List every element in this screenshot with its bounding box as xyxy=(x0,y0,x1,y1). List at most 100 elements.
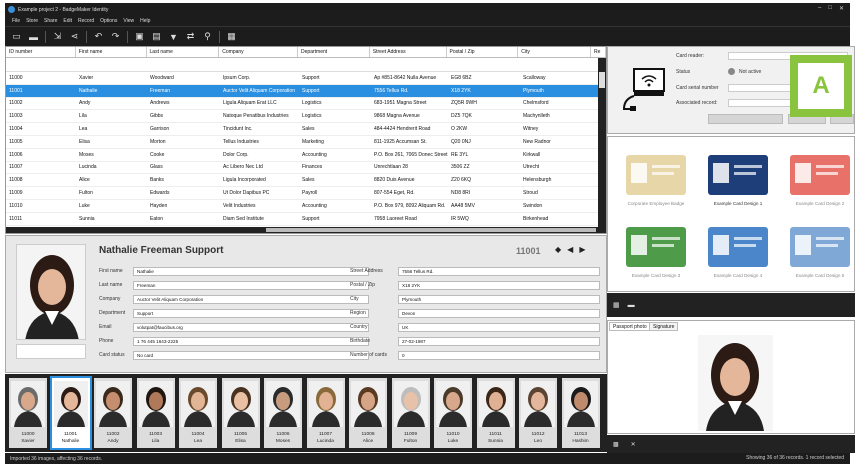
field-input[interactable]: 1 76 445 1643-2225 xyxy=(133,336,369,346)
menu-store[interactable]: Store xyxy=(26,18,38,24)
table-row[interactable]: 11000 Xavier Woodward Ipsum Corp. Support Ap … xyxy=(6,72,606,85)
card-design-thumbnail[interactable] xyxy=(708,227,768,267)
field-input[interactable]: Auctor Velit Aliquam Corporation xyxy=(133,294,369,304)
photo-thumbnail[interactable]: 11009 Fulton xyxy=(391,378,430,448)
photo-thumbnail[interactable]: 11004 Lea xyxy=(179,378,217,448)
photo-thumbnail[interactable]: 11011 Sunnia xyxy=(476,378,515,448)
column-header[interactable]: First name xyxy=(76,47,147,57)
column-header[interactable]: City xyxy=(518,47,592,57)
grid-filter-row[interactable] xyxy=(6,58,606,72)
card-design-thumbnail[interactable] xyxy=(790,227,850,267)
table-row[interactable]: 11006 Moses Cooke Dolor Corp. Accounting P.O.… xyxy=(6,149,606,162)
table-row[interactable]: 11005 Elisa Morton Tellus Industries Marketi… xyxy=(6,136,606,149)
menu-help[interactable]: Help xyxy=(140,18,150,24)
photo-thumbnail[interactable]: 11000 Xavier xyxy=(9,378,47,448)
menu-edit[interactable]: Edit xyxy=(63,18,72,24)
photo-thumbnail[interactable]: 11003 Lila xyxy=(136,378,175,448)
new-icon[interactable]: ▭ xyxy=(9,30,24,44)
remove-photo-icon[interactable]: ✕ xyxy=(631,441,636,448)
column-header[interactable]: ID number xyxy=(6,47,76,57)
photo-thumbnail[interactable]: 11005 Elisa xyxy=(221,378,260,448)
card-design-thumbnail[interactable] xyxy=(626,227,686,267)
field-input[interactable]: 7556 Tellus Rd. xyxy=(398,266,600,276)
column-header[interactable]: Postal / Zip xyxy=(447,47,519,57)
photo-thumbnail[interactable]: 11010 Luke xyxy=(434,378,472,448)
designs-grid-icon[interactable]: ▦ xyxy=(613,301,620,309)
previous-record-icon[interactable]: ◀ xyxy=(567,245,573,254)
table-row[interactable]: 11002 Andy Andrews Ligula Aliquam Erat LLC L… xyxy=(6,98,606,111)
link-icon[interactable]: ⚲ xyxy=(200,30,215,44)
table-row[interactable]: 11003 Lila Gibbs Natoque Penatibus Industri… xyxy=(6,110,606,124)
field-input[interactable]: Nathalie xyxy=(133,266,369,276)
share-icon[interactable]: ⋖ xyxy=(67,30,82,44)
table-row[interactable]: 11009 Fulton Edwards Ut Dolor Dapibus PC Pay… xyxy=(6,187,606,200)
grid-vertical-scrollbar[interactable] xyxy=(598,58,606,233)
card-design-thumbnail[interactable] xyxy=(626,155,686,195)
photo-thumbnail[interactable]: 11001 Nathalie xyxy=(49,376,92,450)
table-row[interactable]: 11004 Lea Garrison Tincidunt Inc. Sales 484-4… xyxy=(6,123,606,136)
field-input[interactable]: 0 xyxy=(398,350,600,360)
record-photo[interactable] xyxy=(16,244,86,340)
maximize-icon[interactable]: □ xyxy=(828,5,832,12)
card-design-thumbnail[interactable] xyxy=(790,155,850,195)
field-input[interactable]: Support xyxy=(133,308,369,318)
close-icon[interactable]: ✕ xyxy=(839,5,844,12)
tab-signature[interactable]: Signature xyxy=(649,322,679,331)
photo-thumbnail[interactable]: 11007 Lucinda xyxy=(306,378,345,448)
field-input[interactable]: volutpat@faucibus.org xyxy=(133,322,369,332)
filter-icon[interactable]: ▼ xyxy=(166,30,181,44)
thumbnail-id: 11003 xyxy=(149,432,162,437)
table-row[interactable]: 11001 Nathalie Freeman Auctor Velit Aliquam… xyxy=(6,84,606,98)
open-icon[interactable]: ▬ xyxy=(26,30,41,44)
table-cell: Utrecht xyxy=(523,164,540,171)
photo-thumbnail[interactable]: 11006 Moses xyxy=(264,378,302,448)
photo-thumbnail[interactable]: 11013 Hashim xyxy=(561,378,600,448)
encode-icon[interactable]: ◆ xyxy=(555,245,561,254)
grid-horizontal-scrollbar[interactable] xyxy=(6,227,600,233)
photo-thumbnail[interactable]: 11012 Leo xyxy=(519,378,557,448)
column-header[interactable]: Department xyxy=(298,47,370,57)
field-input[interactable]: Devon xyxy=(398,308,600,318)
field-input[interactable]: Freeman xyxy=(133,280,369,290)
table-cell: Swindon xyxy=(523,202,543,209)
minimize-icon[interactable]: – xyxy=(818,5,821,12)
column-header[interactable]: Re xyxy=(591,47,606,57)
encode-button[interactable] xyxy=(708,114,783,124)
form-row: Company Auctor Velit Aliquam Corporation xyxy=(99,294,369,304)
field-input[interactable]: UK xyxy=(398,322,600,332)
menu-share[interactable]: Share xyxy=(44,18,57,24)
field-input[interactable]: 27-02-1987 xyxy=(398,336,600,346)
table-row[interactable]: 11010 Luke Hayden Velit Industries Accountin… xyxy=(6,200,606,213)
column-header[interactable]: Street Address xyxy=(370,47,447,57)
menu-file[interactable]: File xyxy=(12,18,20,24)
column-header[interactable]: Company xyxy=(219,47,299,57)
thumbnail-name: Lila xyxy=(151,439,160,444)
photo-thumbnail[interactable]: 11008 Alice xyxy=(349,378,387,448)
camera-icon[interactable]: ▩ xyxy=(613,441,619,448)
menu-record[interactable]: Record xyxy=(78,18,94,24)
table-row[interactable]: 11011 Sunnia Eaton Diam Sed Institute Suppor… xyxy=(6,213,606,226)
window-title: Example project 2 - BadgeMaker Identity xyxy=(18,6,109,13)
field-input[interactable]: X18 2YK xyxy=(398,280,600,290)
menu-options[interactable]: Options xyxy=(100,18,117,24)
import-icon[interactable]: ⇲ xyxy=(50,30,65,44)
photo-thumbnail[interactable]: 11002 Andy xyxy=(94,378,132,448)
redo-icon[interactable]: ↷ xyxy=(108,30,123,44)
column-header[interactable]: Last name xyxy=(147,47,220,57)
view-icon[interactable]: ▣ xyxy=(132,30,147,44)
layers-icon[interactable]: ▤ xyxy=(149,30,164,44)
sync-icon[interactable]: ⇄ xyxy=(183,30,198,44)
table-row[interactable]: 11007 Lucinda Glass Ac Libero Nec Ltd Financ… xyxy=(6,162,606,175)
field-input[interactable]: Plymouth xyxy=(398,294,600,304)
field-label: Card status xyxy=(99,352,125,358)
thumbnail-id: 11001 xyxy=(64,432,77,437)
designs-folder-icon[interactable]: ▬ xyxy=(628,302,635,309)
card-design-thumbnail[interactable] xyxy=(708,155,768,195)
undo-icon[interactable]: ↶ xyxy=(91,30,106,44)
table-row[interactable]: 11008 Alice Banks Ligula Incorporated Sales 8… xyxy=(6,174,606,188)
tab-passport-photo[interactable]: Passport photo xyxy=(609,322,651,331)
field-input[interactable]: No card xyxy=(133,350,369,360)
next-record-icon[interactable]: ▶ xyxy=(579,245,585,254)
menu-view[interactable]: View xyxy=(123,18,134,24)
card-icon[interactable]: ▦ xyxy=(224,30,239,44)
